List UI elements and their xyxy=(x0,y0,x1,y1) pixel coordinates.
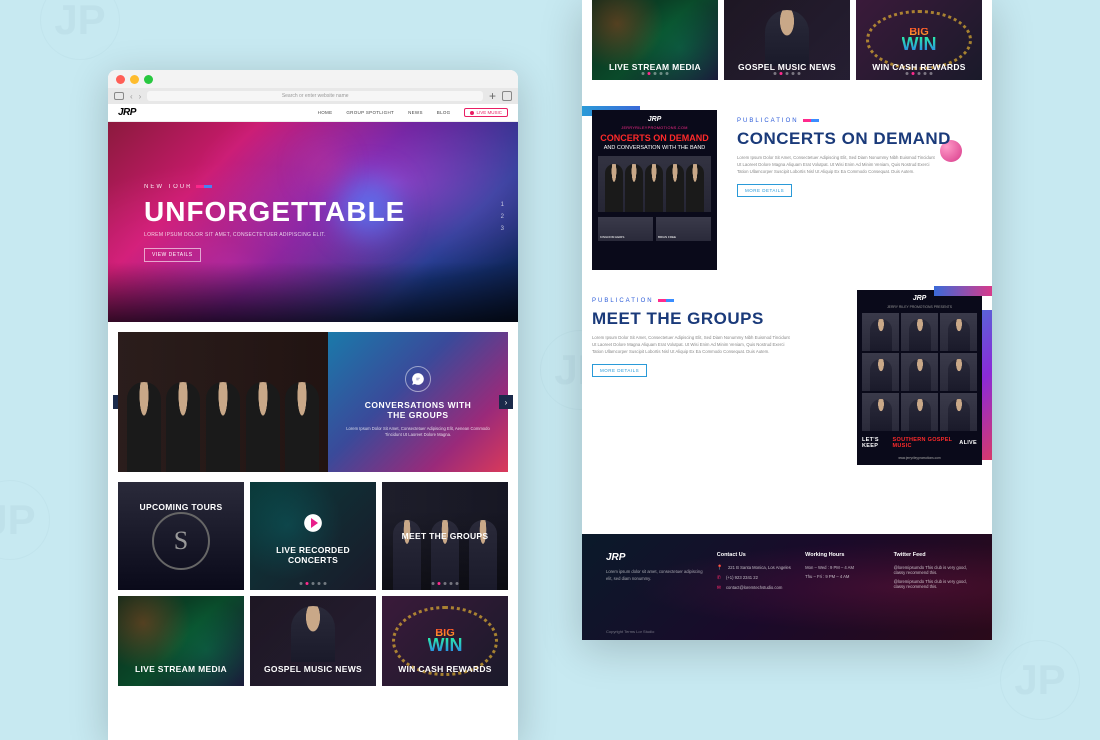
hero-title: UNFORGETTABLE xyxy=(144,196,405,228)
pub-thumb: KINGDOM HEIRS xyxy=(598,217,653,241)
footer-email[interactable]: contact@loremtechstudio.com xyxy=(726,585,782,591)
conversations-section: ‹ CONVERSATIONS WITHTHE GROUPS Lorem Ips… xyxy=(118,332,508,472)
publication-title: CONCERTS ON DEMAND xyxy=(737,129,982,149)
footer-contact-heading: Contact Us xyxy=(717,552,791,558)
hero-tag: NEW TOUR xyxy=(144,184,405,190)
footer-desc: Lorem ipsum dolor sit amet, consectetuer… xyxy=(606,569,703,582)
card-win-rewards[interactable]: BIGWIN WIN CASH REWARDS xyxy=(382,596,508,686)
publication-title: MEET THE GROUPS xyxy=(592,309,837,329)
card-live-stream[interactable]: LIVE STREAM MEDIA xyxy=(118,596,244,686)
card-win-rewards[interactable]: BIGWIN WIN CASH REWARDS xyxy=(856,0,982,80)
pub-card-subheading: AND CONVERSATION WITH THE BAND xyxy=(598,145,711,151)
card-gospel-news[interactable]: GOSPEL MUSIC NEWS xyxy=(250,596,376,686)
pub-card-url: www.jerryrileypromotions.com xyxy=(862,456,977,460)
view-details-button[interactable]: VIEW DETAILS xyxy=(144,248,201,262)
right-cards-grid: LIVE STREAM MEDIA GOSPEL MUSIC NEWS BIGW… xyxy=(582,0,992,80)
forward-icon[interactable]: › xyxy=(139,92,142,101)
hero-section: NEW TOUR UNFORGETTABLE LOREM IPSUM DOLOR… xyxy=(108,122,518,322)
window-titlebar xyxy=(108,70,518,88)
tabs-icon[interactable] xyxy=(502,91,512,101)
pub-card-logo: JRP xyxy=(598,116,711,123)
hero-subtitle: LOREM IPSUM DOLOR SIT AMET, CONSECTETUER… xyxy=(144,232,405,238)
pub-card-heading: CONCERTS ON DEMAND xyxy=(598,134,711,143)
footer-hours: Mon – Wed : 9 PM – 4 AM xyxy=(805,565,879,570)
play-icon xyxy=(297,507,329,539)
logo[interactable]: JRP xyxy=(118,107,136,118)
publication-desc: Lorem Ipsum Dolor Sit Amet, Consectetuer… xyxy=(737,155,937,176)
footer-hours-heading: Working Hours xyxy=(805,552,879,558)
footer-tweet[interactable]: @loremipsumdo This club is very good, cl… xyxy=(894,565,968,575)
card-meet-groups[interactable]: MEET THE GROUPS xyxy=(382,482,508,590)
footer-logo[interactable]: JRP xyxy=(606,552,703,563)
hero-page-3[interactable]: 3 xyxy=(501,226,504,232)
site-nav: JRP HOME GROUP SPOTLIGHT NEWS BLOG LIVE … xyxy=(108,104,518,122)
nav-news[interactable]: NEWS xyxy=(408,110,423,115)
publication-tag: PUBLICATION xyxy=(592,298,837,304)
browser-window: ‹ › Search or enter website name + JRP H… xyxy=(108,70,518,740)
card-live-stream[interactable]: LIVE STREAM MEDIA xyxy=(592,0,718,80)
publication-desc: Lorem Ipsum Dolor Sit Amet, Consectetuer… xyxy=(592,335,792,356)
window-minimize-button[interactable] xyxy=(130,75,139,84)
pub-thumb: BRIAN FREE xyxy=(656,217,711,241)
back-icon[interactable]: ‹ xyxy=(130,92,133,101)
ribbon-decor xyxy=(934,286,992,296)
footer-hours: Thu – Fri : 9 PM – 4 AM xyxy=(805,574,879,579)
nav-home[interactable]: HOME xyxy=(318,110,333,115)
more-details-button[interactable]: MORE DETAILS xyxy=(592,364,647,377)
cards-grid: UPCOMING TOURS S LIVE RECORDEDCONCERTS M… xyxy=(108,482,518,686)
window-maximize-button[interactable] xyxy=(144,75,153,84)
conversations-desc: Lorem Ipsum Dolor Sit Amet, Consectetuer… xyxy=(343,426,493,439)
card-live-recorded[interactable]: LIVE RECORDEDCONCERTS xyxy=(250,482,376,590)
mail-icon: ✉ xyxy=(717,585,721,591)
phone-icon: ✆ xyxy=(717,575,721,581)
carousel-next[interactable]: › xyxy=(499,395,513,409)
pin-icon: 📍 xyxy=(717,565,723,571)
more-details-button[interactable]: MORE DETAILS xyxy=(737,184,792,197)
footer-twitter-heading: Twitter Feed xyxy=(894,552,968,558)
footer-copyright: Copyright Terms Lor Studio xyxy=(606,629,654,634)
right-panel: LIVE STREAM MEDIA GOSPEL MUSIC NEWS BIGW… xyxy=(582,0,992,640)
pub-card-sub: JERRY RILEY PROMOTIONS PRESENTS xyxy=(862,305,977,309)
publication-card[interactable]: JRP JERRYRILEYPROMOTIONS.COM CONCERTS ON… xyxy=(592,110,717,270)
live-music-button[interactable]: LIVE MUSIC xyxy=(464,108,508,117)
address-bar[interactable]: Search or enter website name xyxy=(147,91,483,101)
conversations-info: CONVERSATIONS WITHTHE GROUPS Lorem Ipsum… xyxy=(328,332,508,472)
glow-decor xyxy=(308,152,338,182)
address-bar-row: ‹ › Search or enter website name + xyxy=(108,88,518,104)
sidebar-toggle-icon[interactable] xyxy=(114,92,124,100)
new-tab-button[interactable]: + xyxy=(489,89,496,103)
watermark: JP xyxy=(0,480,50,560)
card-upcoming-tours[interactable]: UPCOMING TOURS S xyxy=(118,482,244,590)
conversations-title: CONVERSATIONS WITHTHE GROUPS xyxy=(365,400,472,420)
publication-meet-the-groups: PUBLICATION MEET THE GROUPS Lorem Ipsum … xyxy=(592,290,982,465)
tour-ring-icon: S xyxy=(152,512,210,570)
pub-card-url: JERRYRILEYPROMOTIONS.COM xyxy=(598,126,711,130)
footer: JRP Lorem ipsum dolor sit amet, consecte… xyxy=(582,534,992,640)
publication-concerts-on-demand: JRP JERRYRILEYPROMOTIONS.COM CONCERTS ON… xyxy=(592,110,982,270)
nav-blog[interactable]: BLOG xyxy=(437,110,451,115)
footer-phone[interactable]: (+1) 923 2341 22 xyxy=(726,575,758,581)
watermark: JP xyxy=(40,0,120,60)
hero-pagination: 1 2 3 xyxy=(501,202,504,232)
big-win-icon: BIGWIN xyxy=(866,10,972,70)
conversations-photo xyxy=(118,332,328,472)
pub-card-logo: JRP xyxy=(862,295,977,302)
footer-tweet[interactable]: @loremipsumdo This club is very good, cl… xyxy=(894,579,968,589)
card-gospel-news[interactable]: GOSPEL MUSIC NEWS xyxy=(724,0,850,80)
watermark: JP xyxy=(1000,640,1080,720)
chat-icon xyxy=(405,366,431,392)
publication-tag: PUBLICATION xyxy=(737,118,982,124)
nav-group-spotlight[interactable]: GROUP SPOTLIGHT xyxy=(346,110,394,115)
footer-address: 221 B Santa Monica, Los Angeles xyxy=(728,565,791,571)
publication-card[interactable]: JRP JERRY RILEY PROMOTIONS PRESENTS LET'… xyxy=(857,290,982,465)
window-close-button[interactable] xyxy=(116,75,125,84)
pub-banner: LET'S KEEP SOUTHERN GOSPEL MUSIC ALIVE xyxy=(862,433,977,453)
hero-page-2[interactable]: 2 xyxy=(501,214,504,220)
hero-page-1[interactable]: 1 xyxy=(501,202,504,208)
